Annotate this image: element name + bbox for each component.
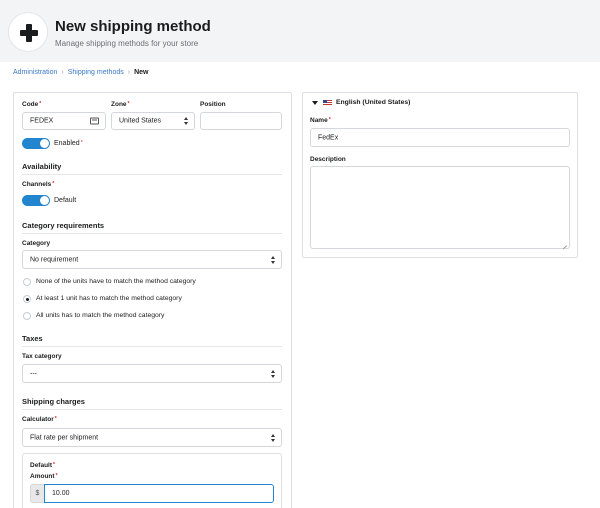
category-option-none-radio[interactable] xyxy=(23,278,31,286)
description-label: Description xyxy=(310,156,346,163)
amount-label: Amount* xyxy=(30,473,58,480)
position-label: Position xyxy=(200,101,226,108)
breadcrumb-shipping-methods[interactable]: Shipping methods xyxy=(68,69,124,76)
name-label: Name* xyxy=(310,117,331,124)
us-flag-icon xyxy=(323,100,332,106)
shipping-charges-heading: Shipping charges xyxy=(22,397,85,406)
category-option-at-least-one-radio[interactable] xyxy=(23,295,31,303)
tax-category-label: Tax category xyxy=(22,353,62,360)
category-label: Category xyxy=(22,240,51,247)
availability-heading: Availability xyxy=(22,162,62,171)
channels-label: Channels* xyxy=(22,181,55,188)
resize-handle-icon[interactable] xyxy=(562,241,567,246)
divider xyxy=(22,174,282,175)
page-subtitle: Manage shipping methods for your store xyxy=(55,39,199,48)
breadcrumb-separator: › xyxy=(127,69,131,76)
description-textarea[interactable] xyxy=(310,166,570,249)
category-select[interactable]: No requirement xyxy=(22,250,282,269)
category-option-none-label[interactable]: None of the units have to match the meth… xyxy=(36,278,196,285)
position-input[interactable] xyxy=(200,112,282,130)
updown-caret-icon xyxy=(271,369,276,378)
default-channel-config-panel: Default* Amount* $ 10.00 xyxy=(22,453,282,508)
default-channel-label: Default xyxy=(54,197,77,204)
divider xyxy=(22,409,282,410)
enabled-toggle[interactable] xyxy=(22,138,50,149)
amount-input-group: $ 10.00 xyxy=(30,484,274,503)
category-option-at-least-one-label[interactable]: At least 1 unit has to match the method … xyxy=(36,295,182,302)
calculator-label: Calculator* xyxy=(22,416,57,423)
page-header: New shipping method Manage shipping meth… xyxy=(0,0,600,62)
code-label: Code* xyxy=(22,101,42,108)
plus-icon xyxy=(8,12,48,52)
updown-caret-icon xyxy=(271,255,276,264)
default-channel-toggle[interactable] xyxy=(22,195,50,206)
code-input[interactable]: FEDEX xyxy=(22,112,106,130)
locale-title[interactable]: English (United States) xyxy=(336,99,410,106)
divider xyxy=(22,233,282,234)
breadcrumb-separator: › xyxy=(61,69,64,76)
caret-down-icon[interactable] xyxy=(312,101,318,105)
tax-category-select[interactable]: --- xyxy=(22,364,282,383)
taxes-heading: Taxes xyxy=(22,334,43,343)
updown-caret-icon xyxy=(271,433,276,442)
default-config-label: Default* xyxy=(30,462,55,469)
currency-addon: $ xyxy=(30,484,44,503)
card-icon xyxy=(90,117,99,125)
breadcrumb-administration[interactable]: Administration xyxy=(13,69,57,76)
category-option-all-label[interactable]: All units has to match the method catego… xyxy=(36,312,164,319)
page-title: New shipping method xyxy=(55,18,211,35)
calculator-select[interactable]: Flat rate per shipment xyxy=(22,428,282,447)
category-requirements-heading: Category requirements xyxy=(22,221,105,230)
zone-select[interactable]: United States xyxy=(111,112,195,130)
breadcrumb: Administration › Shipping methods › New xyxy=(13,69,149,76)
divider xyxy=(22,346,282,347)
amount-input[interactable]: 10.00 xyxy=(44,484,274,503)
zone-label: Zone* xyxy=(111,101,130,108)
name-input[interactable]: FedEx xyxy=(310,128,570,147)
breadcrumb-current: New xyxy=(134,69,149,76)
updown-caret-icon xyxy=(184,117,189,125)
category-option-all-radio[interactable] xyxy=(23,312,31,320)
enabled-label: Enabled* xyxy=(54,140,83,147)
translation-panel: English (United States) Name* FedEx Desc… xyxy=(302,92,578,258)
general-panel: Code* FEDEX Zone* United States Position… xyxy=(13,92,292,508)
